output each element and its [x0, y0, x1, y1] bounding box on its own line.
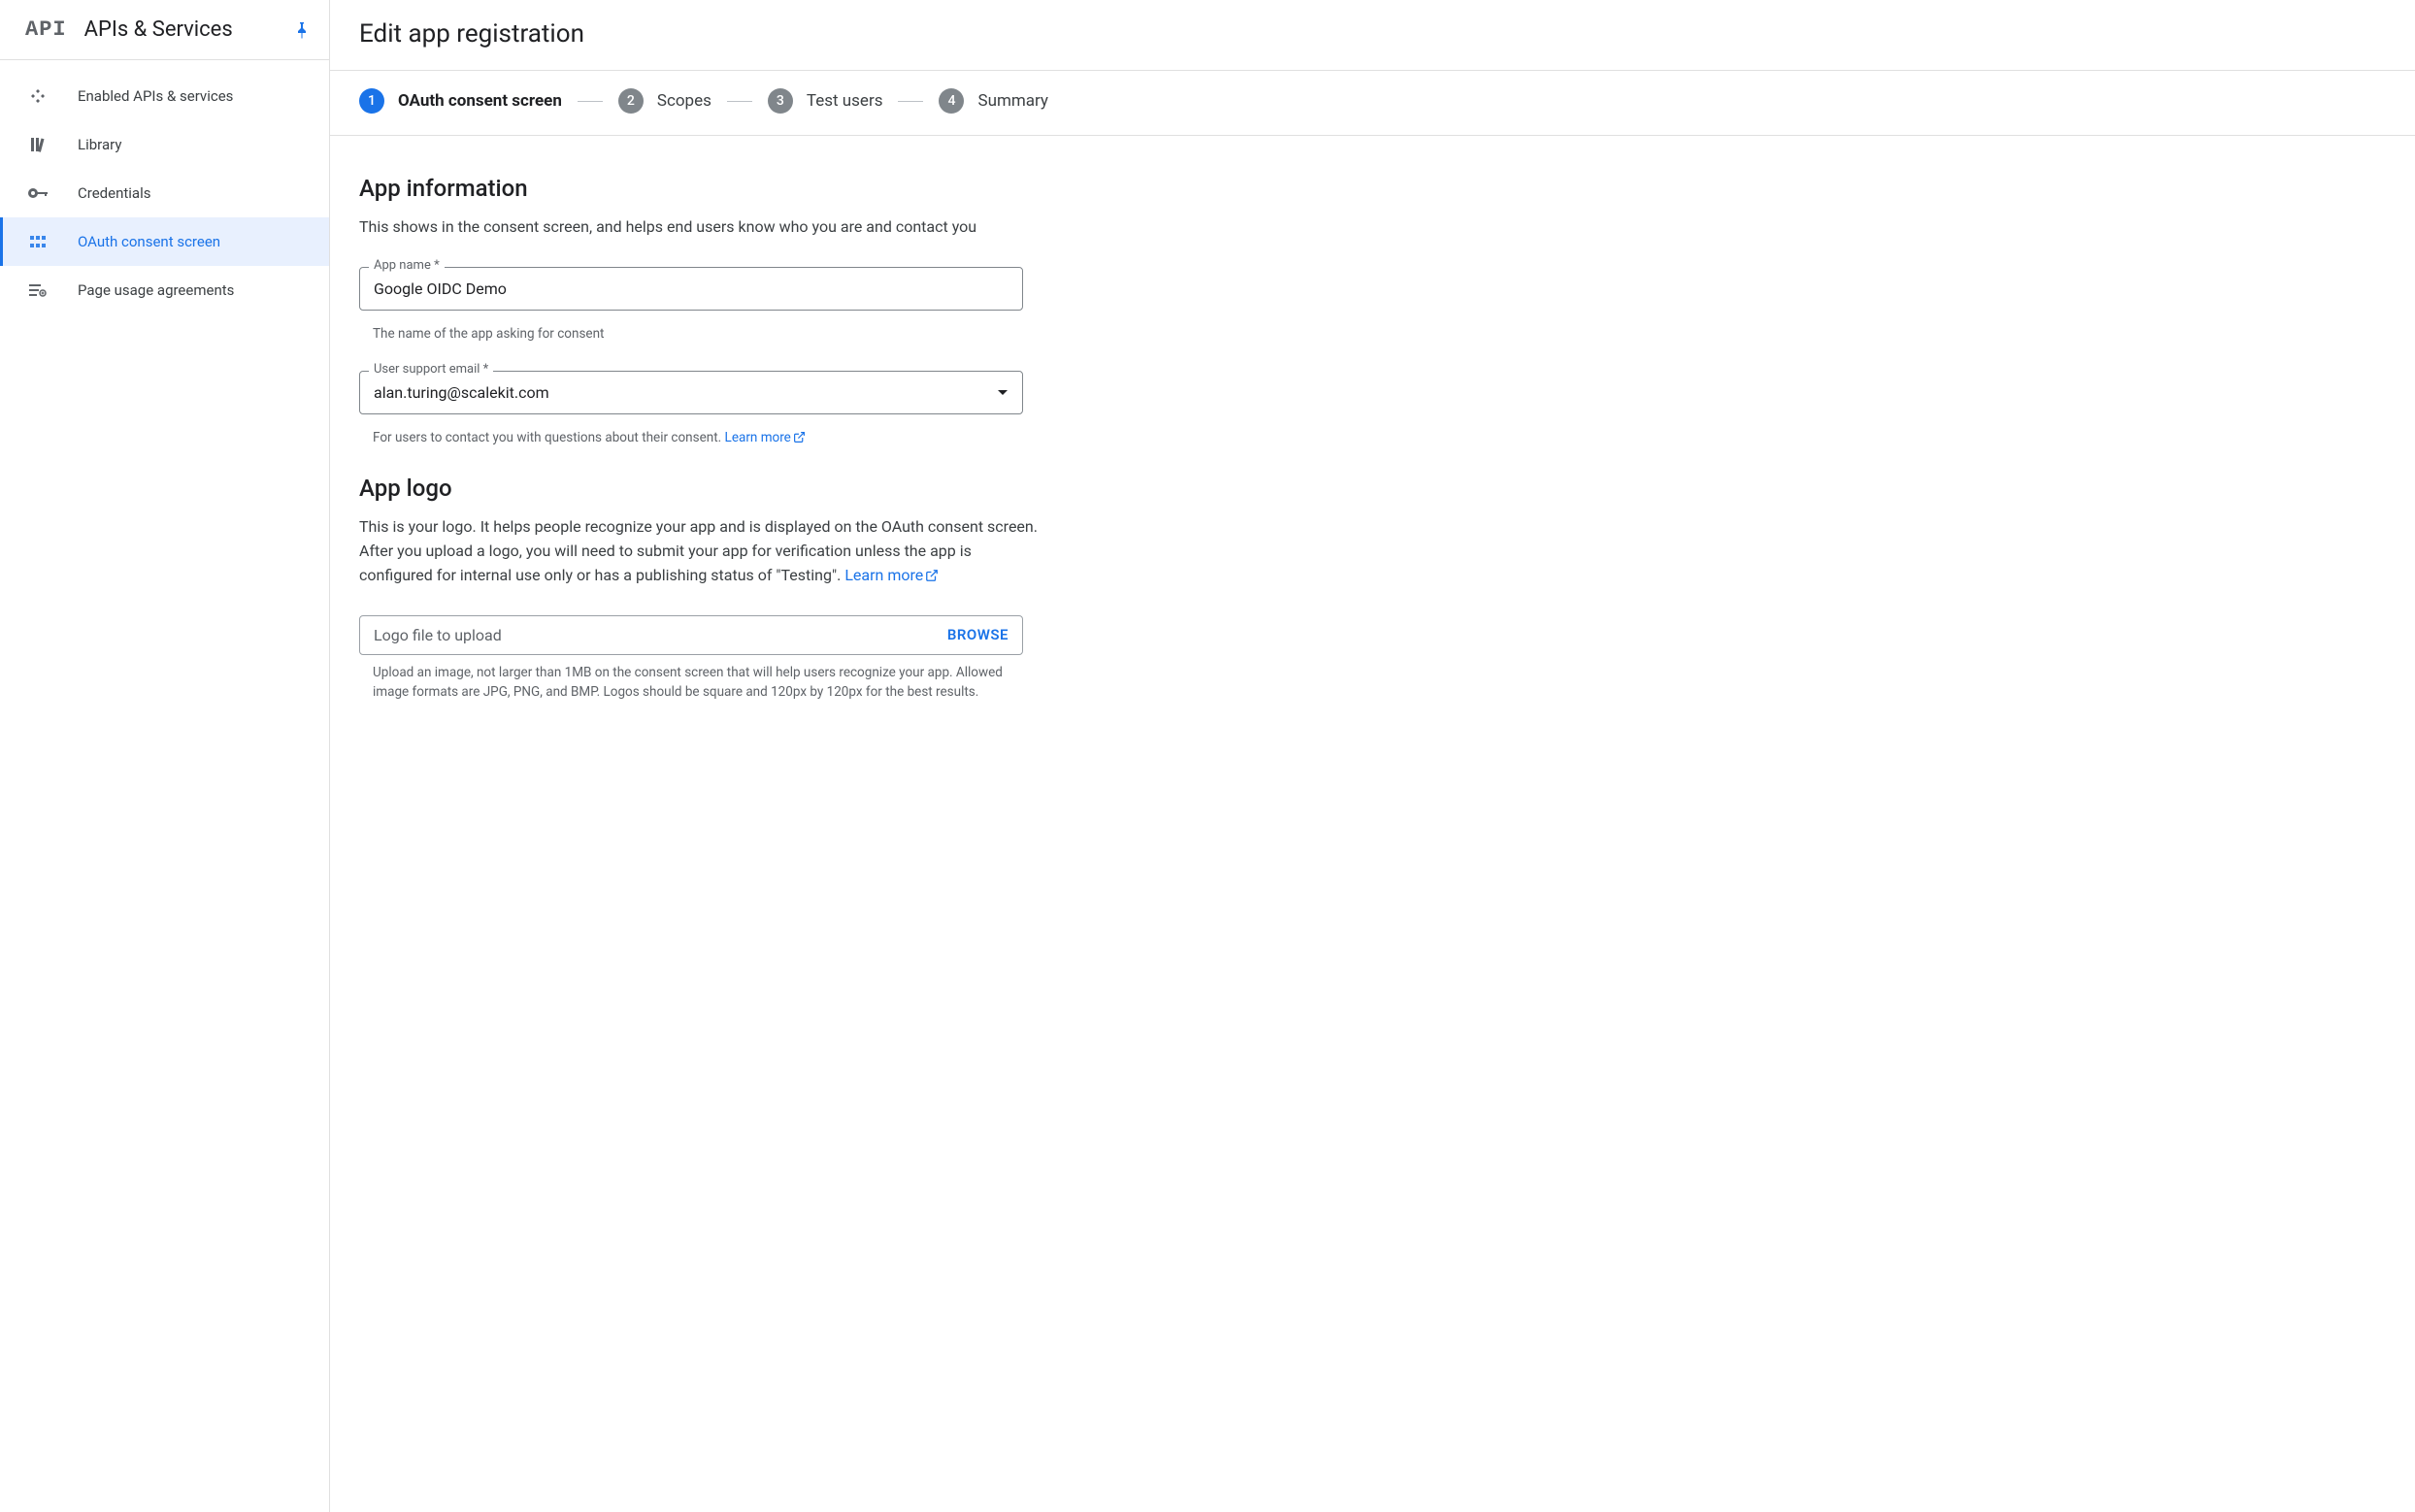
logo-upload-placeholder: Logo file to upload [374, 626, 502, 644]
app-name-helper: The name of the app asking for consent [359, 316, 1023, 344]
app-logo-description: This is your logo. It helps people recog… [359, 515, 1039, 587]
external-link-icon [793, 431, 806, 444]
page-title: Edit app registration [359, 19, 2386, 49]
nav-label: OAuth consent screen [78, 233, 310, 250]
step-label: OAuth consent screen [398, 91, 562, 111]
sidebar-title: APIs & Services [84, 17, 294, 42]
sidebar-header: API APIs & Services [0, 0, 329, 60]
step-summary[interactable]: 4 Summary [939, 88, 1047, 114]
app-information-heading: App information [359, 175, 1330, 202]
key-icon [27, 182, 49, 204]
nav-label: Credentials [78, 184, 310, 202]
form-content: App information This shows in the consen… [330, 136, 1359, 740]
nav-label: Page usage agreements [78, 281, 310, 299]
agreements-icon [27, 279, 49, 301]
app-logo-learn-more-link[interactable]: Learn more [844, 566, 939, 584]
main-header: Edit app registration [330, 0, 2415, 70]
support-email-helper: For users to contact you with questions … [359, 420, 1023, 447]
app-name-field-wrapper: App name * [359, 267, 1023, 311]
step-divider [727, 101, 752, 102]
step-number: 4 [939, 88, 964, 114]
app-name-input[interactable] [359, 267, 1023, 311]
main-content: Edit app registration 1 OAuth consent sc… [330, 0, 2415, 1512]
learn-more-text: Learn more [725, 430, 791, 445]
nav-item-library[interactable]: Library [0, 120, 329, 169]
learn-more-text: Learn more [844, 566, 923, 584]
nav-item-credentials[interactable]: Credentials [0, 169, 329, 217]
library-icon [27, 134, 49, 155]
step-scopes[interactable]: 2 Scopes [618, 88, 711, 114]
nav-item-enabled-apis[interactable]: Enabled APIs & services [0, 72, 329, 120]
nav-list: Enabled APIs & services Library Credenti… [0, 60, 329, 314]
nav-item-page-usage[interactable]: Page usage agreements [0, 266, 329, 314]
api-logo: API [25, 17, 67, 42]
step-test-users[interactable]: 3 Test users [768, 88, 883, 114]
support-email-label: User support email * [369, 362, 493, 377]
stepper: 1 OAuth consent screen 2 Scopes 3 Test u… [330, 70, 2415, 136]
diamond-icon [27, 85, 49, 107]
support-email-helper-text: For users to contact you with questions … [373, 430, 725, 445]
step-label: Scopes [657, 91, 711, 111]
consent-screen-icon [27, 231, 49, 252]
pin-icon[interactable] [294, 21, 310, 39]
dropdown-arrow-icon [997, 389, 1009, 397]
step-oauth-consent[interactable]: 1 OAuth consent screen [359, 88, 562, 114]
app-logo-desc-line1: This is your logo. It helps people recog… [359, 517, 1038, 536]
step-label: Test users [807, 91, 883, 111]
step-number: 1 [359, 88, 384, 114]
step-divider [578, 101, 603, 102]
step-number: 2 [618, 88, 644, 114]
logo-upload-helper: Upload an image, not larger than 1MB on … [359, 655, 1023, 703]
support-email-learn-more-link[interactable]: Learn more [725, 430, 806, 445]
nav-label: Enabled APIs & services [78, 87, 310, 105]
support-email-value: alan.turing@scalekit.com [374, 383, 549, 402]
app-information-description: This shows in the consent screen, and he… [359, 215, 1019, 240]
support-email-select[interactable]: alan.turing@scalekit.com [359, 371, 1023, 414]
support-email-field-wrapper: User support email * alan.turing@scaleki… [359, 371, 1023, 414]
browse-button[interactable]: BROWSE [947, 626, 1009, 643]
step-number: 3 [768, 88, 793, 114]
external-link-icon [925, 569, 939, 582]
nav-label: Library [78, 136, 310, 153]
app-logo-heading: App logo [359, 475, 1330, 502]
nav-item-oauth-consent[interactable]: OAuth consent screen [0, 217, 329, 266]
logo-upload-field[interactable]: Logo file to upload BROWSE [359, 615, 1023, 655]
app-name-label: App name * [369, 258, 445, 273]
sidebar: API APIs & Services Enabled APIs & servi… [0, 0, 330, 1512]
step-divider [898, 101, 923, 102]
step-label: Summary [977, 91, 1047, 111]
